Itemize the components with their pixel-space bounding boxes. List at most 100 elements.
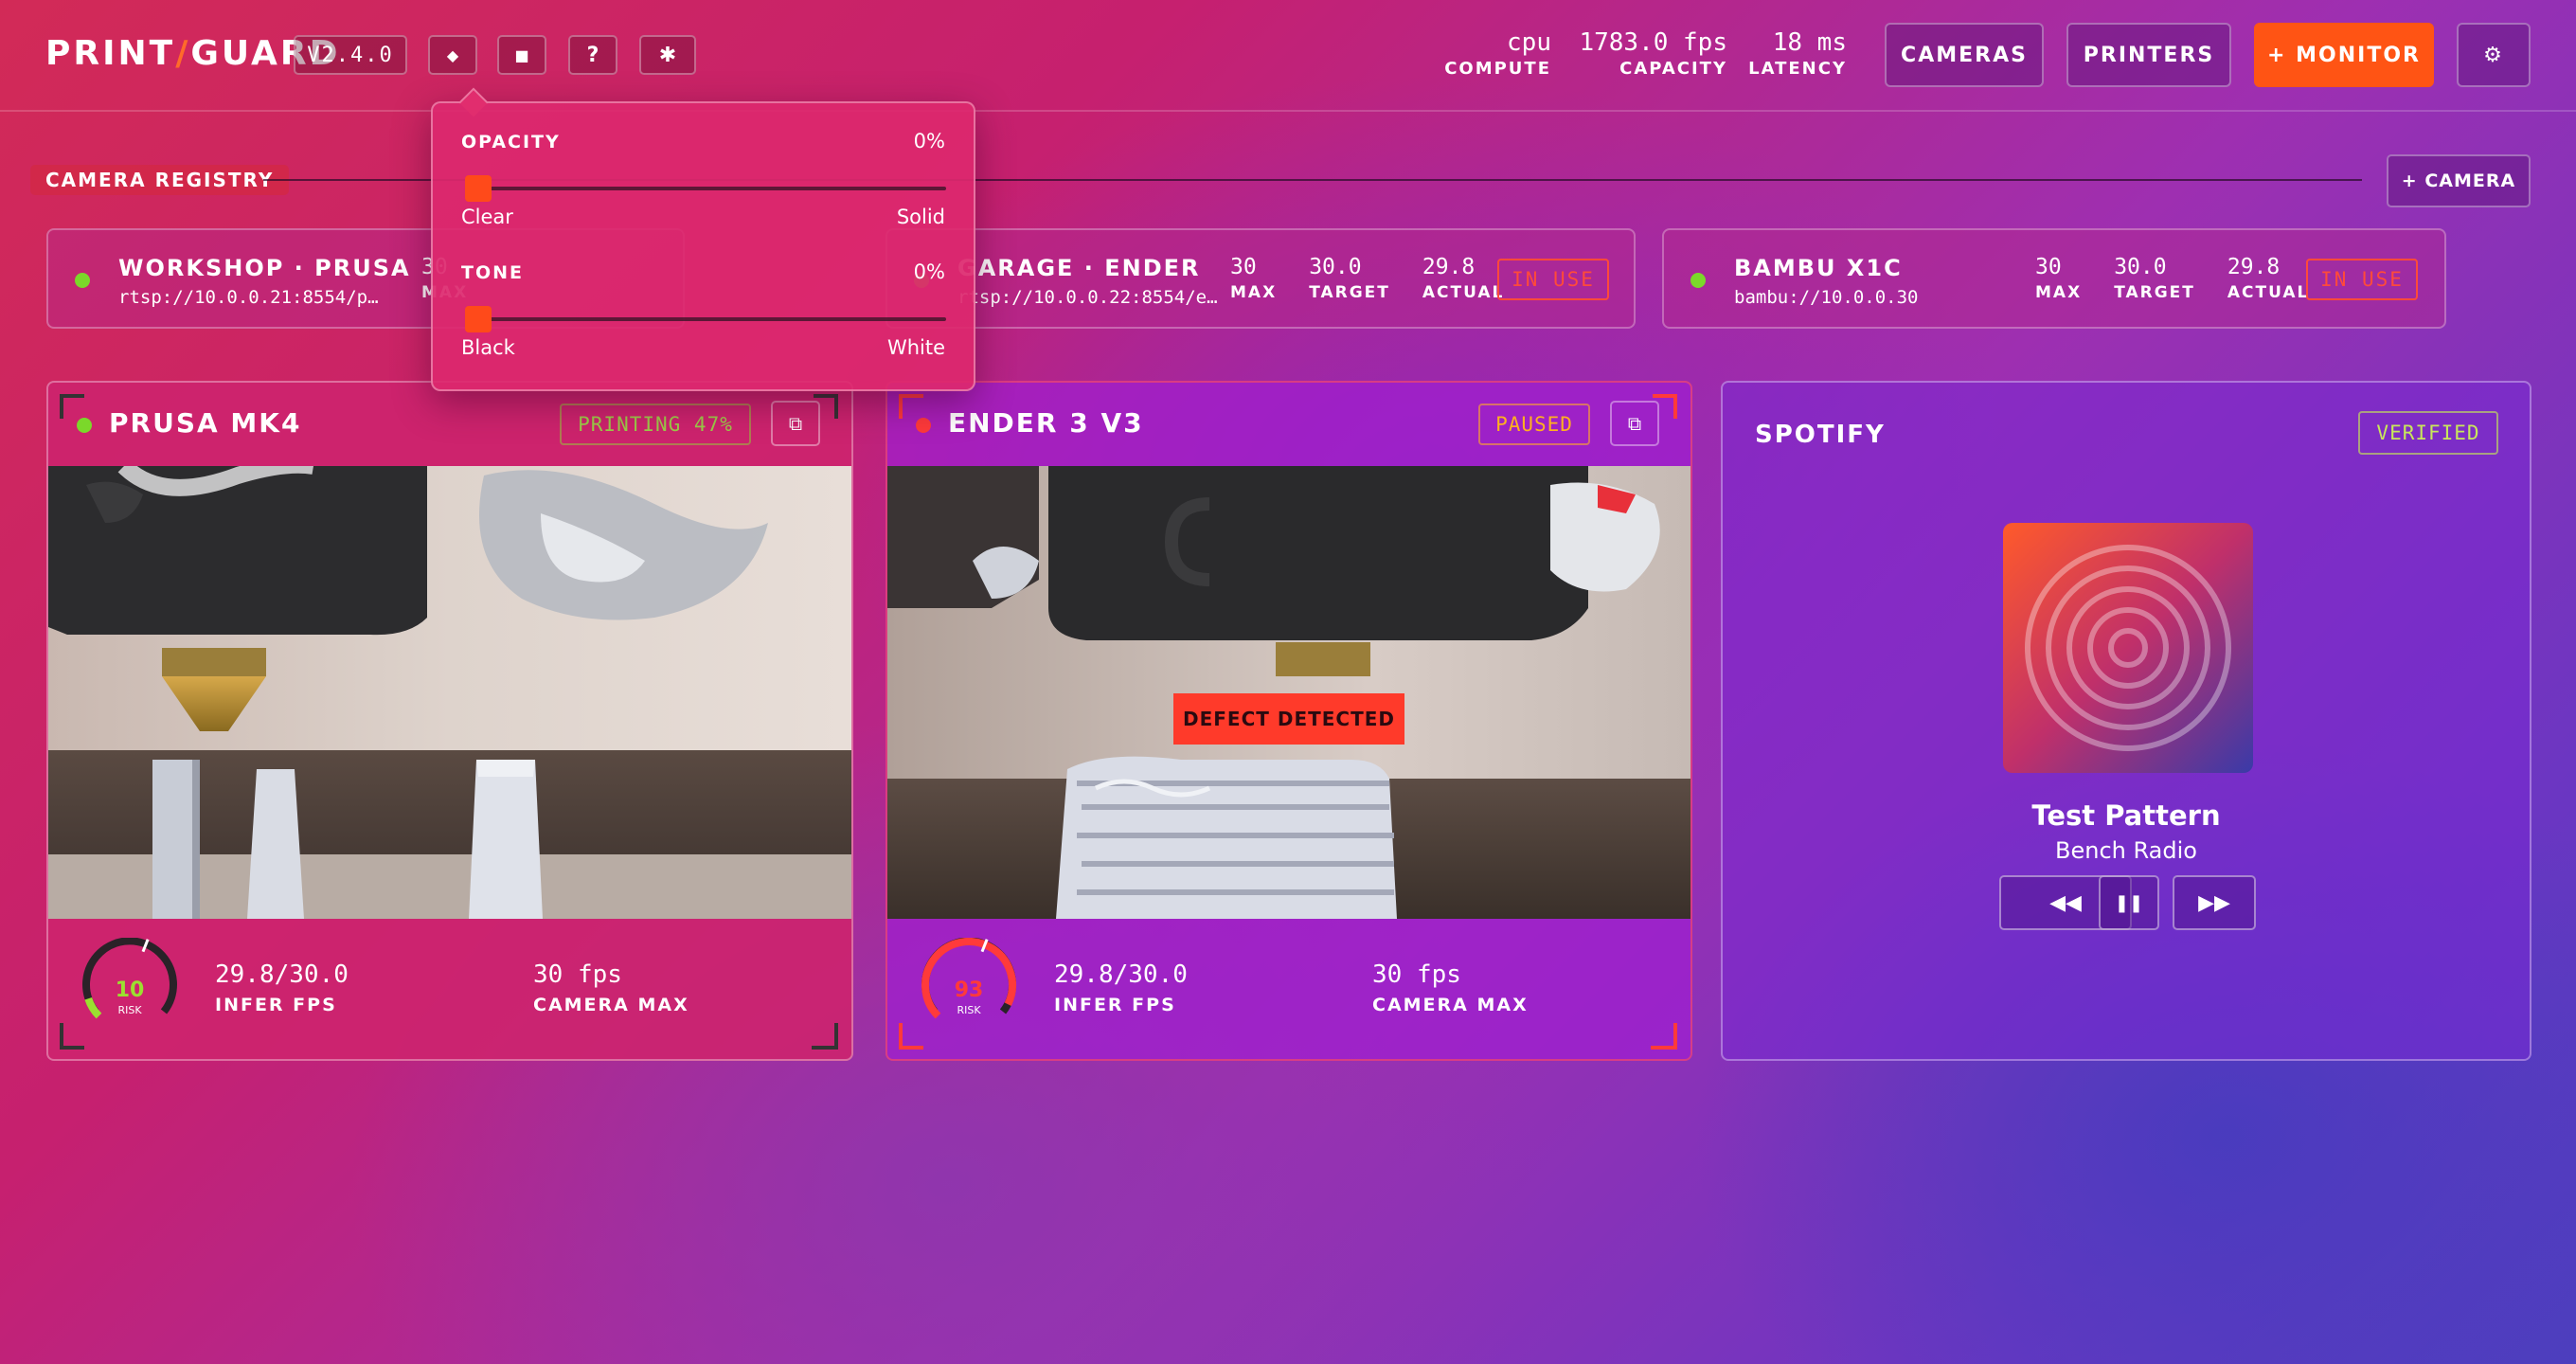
frame-corner-bottom-right <box>1651 1023 1677 1050</box>
track-title: Test Pattern <box>2031 799 2221 832</box>
in-use-badge: IN USE <box>1497 259 1609 300</box>
copy-icon: ⧉ <box>1627 412 1642 435</box>
version-badge: V2.4.0 <box>294 35 407 75</box>
camera-registry-label: CAMERA REGISTRY <box>30 165 290 195</box>
camera-url: rtsp://10.0.0.21:8554/p… <box>118 287 379 308</box>
camera-actual-value: 29.8 <box>2227 255 2281 279</box>
camera-name: BAMBU X1C <box>1734 255 1903 281</box>
stat-compute-label: COMPUTE <box>1444 59 1551 79</box>
camera-feed-prusa <box>48 466 851 919</box>
printers-button[interactable]: PRINTERS <box>2066 23 2231 87</box>
camera-feed-ender: DEFECT DETECTED <box>887 466 1690 919</box>
camera-max-label: MAX <box>1230 283 1278 302</box>
camera-max-value: 30 <box>2035 255 2062 279</box>
stat-capacity-label: CAPACITY <box>1619 59 1727 79</box>
status-dot <box>1690 273 1706 288</box>
printer-name: PRUSA MK4 <box>109 407 302 439</box>
appearance-popover: OPACITY 0% Clear Solid TONE 0% Black Whi… <box>431 87 975 391</box>
cameras-button[interactable]: CAMERAS <box>1885 23 2044 87</box>
add-camera-button[interactable]: + CAMERA <box>2387 154 2531 207</box>
camera-max-label: CAMERA MAX <box>1372 995 1529 1015</box>
camera-target-label: TARGET <box>2114 283 2195 302</box>
stat-compute-value: cpu <box>1507 28 1551 57</box>
tone-max-label: White <box>886 336 945 359</box>
tone-slider[interactable] <box>465 306 946 332</box>
fast-forward-icon: ▶▶ <box>2198 890 2230 915</box>
camera-name: WORKSHOP · PRUSA <box>118 255 411 281</box>
infer-fps-value: 29.8/30.0 <box>215 960 349 989</box>
add-monitor-button[interactable]: + MONITOR <box>2254 23 2434 87</box>
stat-latency: 18 ms LATENCY <box>1748 28 1847 79</box>
risk-gauge: 10 RISK <box>82 938 177 1019</box>
camera-card-bambu-x1c[interactable]: BAMBU X1C bambu://10.0.0.30 30 MAX 30.0 TA… <box>1662 228 2446 329</box>
camera-url: bambu://10.0.0.30 <box>1734 287 1919 308</box>
rewind-icon: ◀◀ <box>2049 890 2082 915</box>
opacity-min-label: Clear <box>461 206 513 228</box>
camera-actual-label: ACTUAL <box>2227 283 2310 302</box>
opacity-max-label: Solid <box>896 206 945 228</box>
spotify-panel: SPOTIFY VERIFIED Test Pattern Bench Radi… <box>1721 381 2531 1061</box>
settings-button[interactable]: ⚙ <box>2457 23 2531 87</box>
pause-button[interactable]: ❚❚ <box>2099 875 2159 930</box>
camera-max-value: 30 fps <box>533 960 622 989</box>
printing-status-badge: PRINTING 47% <box>560 404 751 445</box>
status-dot <box>75 273 90 288</box>
theme-diamond-button[interactable]: ◆ <box>428 35 477 75</box>
opacity-slider-thumb[interactable] <box>465 175 492 202</box>
camera-max-value: 30 fps <box>1372 960 1461 989</box>
album-art-image <box>2003 523 2253 773</box>
tone-value: 0% <box>913 260 945 283</box>
help-button[interactable]: ? <box>568 35 617 75</box>
printer-name: ENDER 3 V3 <box>948 407 1144 439</box>
camera-max-label: CAMERA MAX <box>533 995 689 1015</box>
camera-target-label: TARGET <box>1309 283 1390 302</box>
camera-target-value: 30.0 <box>2114 255 2167 279</box>
infer-fps-label: INFER FPS <box>1054 995 1176 1015</box>
square-icon: ■ <box>514 45 529 64</box>
stat-latency-value: 18 ms <box>1772 28 1847 57</box>
stop-button[interactable]: ■ <box>497 35 546 75</box>
camera-url: rtsp://10.0.0.22:8554/e… <box>957 287 1218 308</box>
pause-icon: ❚❚ <box>2114 892 2144 913</box>
verified-badge: VERIFIED <box>2358 411 2498 455</box>
infer-fps-label: INFER FPS <box>215 995 337 1015</box>
help-icon: ? <box>586 43 599 67</box>
frame-corner-bottom-right <box>812 1023 838 1050</box>
top-bar: PRINT/GUARD V2.4.0 ◆ ■ ? ✱ cpu COMPUTE 1… <box>0 0 2576 112</box>
camera-name: GARAGE · ENDER <box>957 255 1201 281</box>
risk-label: RISK <box>957 1004 981 1016</box>
bug-icon: ✱ <box>658 43 677 67</box>
opacity-value: 0% <box>913 130 945 153</box>
next-track-button[interactable]: ▶▶ <box>2173 875 2256 930</box>
tone-label: TONE <box>461 262 524 283</box>
spotify-title: SPOTIFY <box>1755 421 1886 449</box>
camera-target-value: 30.0 <box>1309 255 1362 279</box>
opacity-label: OPACITY <box>461 132 561 153</box>
tone-slider-thumb[interactable] <box>465 306 492 332</box>
camera-feed-image <box>887 466 1690 919</box>
gear-icon: ⚙ <box>2483 43 2504 67</box>
frame-corner-top-right <box>814 394 838 419</box>
frame-corner-top-left <box>60 394 84 419</box>
camera-feed-image <box>48 466 851 919</box>
paused-status-badge: PAUSED <box>1478 404 1590 445</box>
defect-detected-banner: DEFECT DETECTED <box>1173 693 1404 745</box>
stat-capacity-value: 1783.0 fps <box>1579 28 1727 57</box>
stat-compute: cpu COMPUTE <box>1444 28 1551 79</box>
camera-max-metric: 30 fps CAMERA MAX <box>1372 960 1529 1015</box>
infer-fps-value: 29.8/30.0 <box>1054 960 1188 989</box>
track-artist: Bench Radio <box>2055 837 2197 864</box>
in-use-badge: IN USE <box>2306 259 2418 300</box>
camera-max-label: MAX <box>2035 283 2083 302</box>
stat-capacity: 1783.0 fps CAPACITY <box>1579 28 1727 79</box>
tone-min-label: Black <box>461 336 515 359</box>
frame-corner-top-right <box>1653 394 1677 419</box>
printer-panel-prusa-mk4: PRUSA MK4 PRINTING 47% ⧉ 10 RISK 29.8/30… <box>46 381 853 1061</box>
risk-score: 10 <box>116 978 145 1002</box>
risk-label: RISK <box>117 1004 142 1016</box>
camera-card-garage-ender[interactable]: GARAGE · ENDER rtsp://10.0.0.22:8554/e… … <box>886 228 1636 329</box>
opacity-slider[interactable] <box>465 175 946 202</box>
debug-button[interactable]: ✱ <box>639 35 696 75</box>
defect-detected-text: DEFECT DETECTED <box>1182 708 1396 730</box>
camera-max-value: 30 <box>1230 255 1257 279</box>
